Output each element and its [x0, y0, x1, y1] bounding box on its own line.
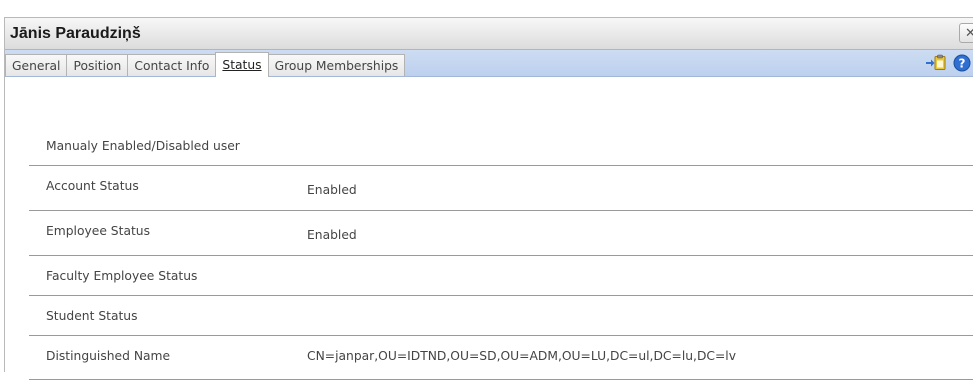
user-details-window: Jānis Paraudziņš ✕ General Position Cont… — [4, 17, 973, 380]
field-label: Manualy Enabled/Disabled user — [46, 139, 240, 153]
export-clipboard-button[interactable] — [925, 54, 946, 72]
row-divider — [29, 295, 973, 296]
field-label: Faculty Employee Status — [46, 269, 198, 283]
row-divider — [29, 165, 973, 166]
field-label: Student Status — [46, 309, 138, 323]
field-value: Enabled — [307, 183, 357, 197]
close-button[interactable]: ✕ — [959, 23, 973, 43]
tab-label: Status — [222, 58, 262, 72]
row-divider — [29, 255, 973, 256]
tab-position[interactable]: Position — [66, 54, 129, 76]
field-value: Enabled — [307, 228, 357, 242]
tab-label: General — [12, 58, 61, 73]
tab-bar: General Position Contact Info Status Gro… — [5, 50, 973, 77]
tab-contact-info[interactable]: Contact Info — [127, 54, 217, 76]
tab-status[interactable]: Status — [215, 52, 269, 77]
tab-general[interactable]: General — [5, 54, 68, 76]
field-value: CN=janpar,OU=IDTND,OU=SD,OU=ADM,OU=LU,DC… — [307, 349, 736, 363]
close-icon: ✕ — [965, 25, 973, 41]
export-clipboard-icon — [926, 54, 946, 70]
window-titlebar: Jānis Paraudziņš ✕ — [5, 18, 973, 50]
tab-label: Group Memberships — [274, 58, 399, 73]
help-button[interactable]: ? — [953, 54, 973, 72]
row-divider — [29, 210, 973, 211]
tab-list: General Position Contact Info Status Gro… — [5, 50, 406, 77]
tab-toolbar: ? — [925, 54, 973, 72]
field-label: Employee Status — [46, 224, 150, 238]
field-label: Distinguished Name — [46, 349, 171, 363]
tab-group-memberships[interactable]: Group Memberships — [267, 54, 406, 76]
field-label: Account Status — [46, 179, 139, 193]
tab-label: Position — [73, 58, 122, 73]
window-title: Jānis Paraudziņš — [10, 24, 141, 42]
tab-label: Contact Info — [134, 58, 210, 73]
row-divider — [29, 335, 973, 336]
help-icon: ? — [953, 54, 971, 72]
svg-text:?: ? — [959, 57, 966, 71]
